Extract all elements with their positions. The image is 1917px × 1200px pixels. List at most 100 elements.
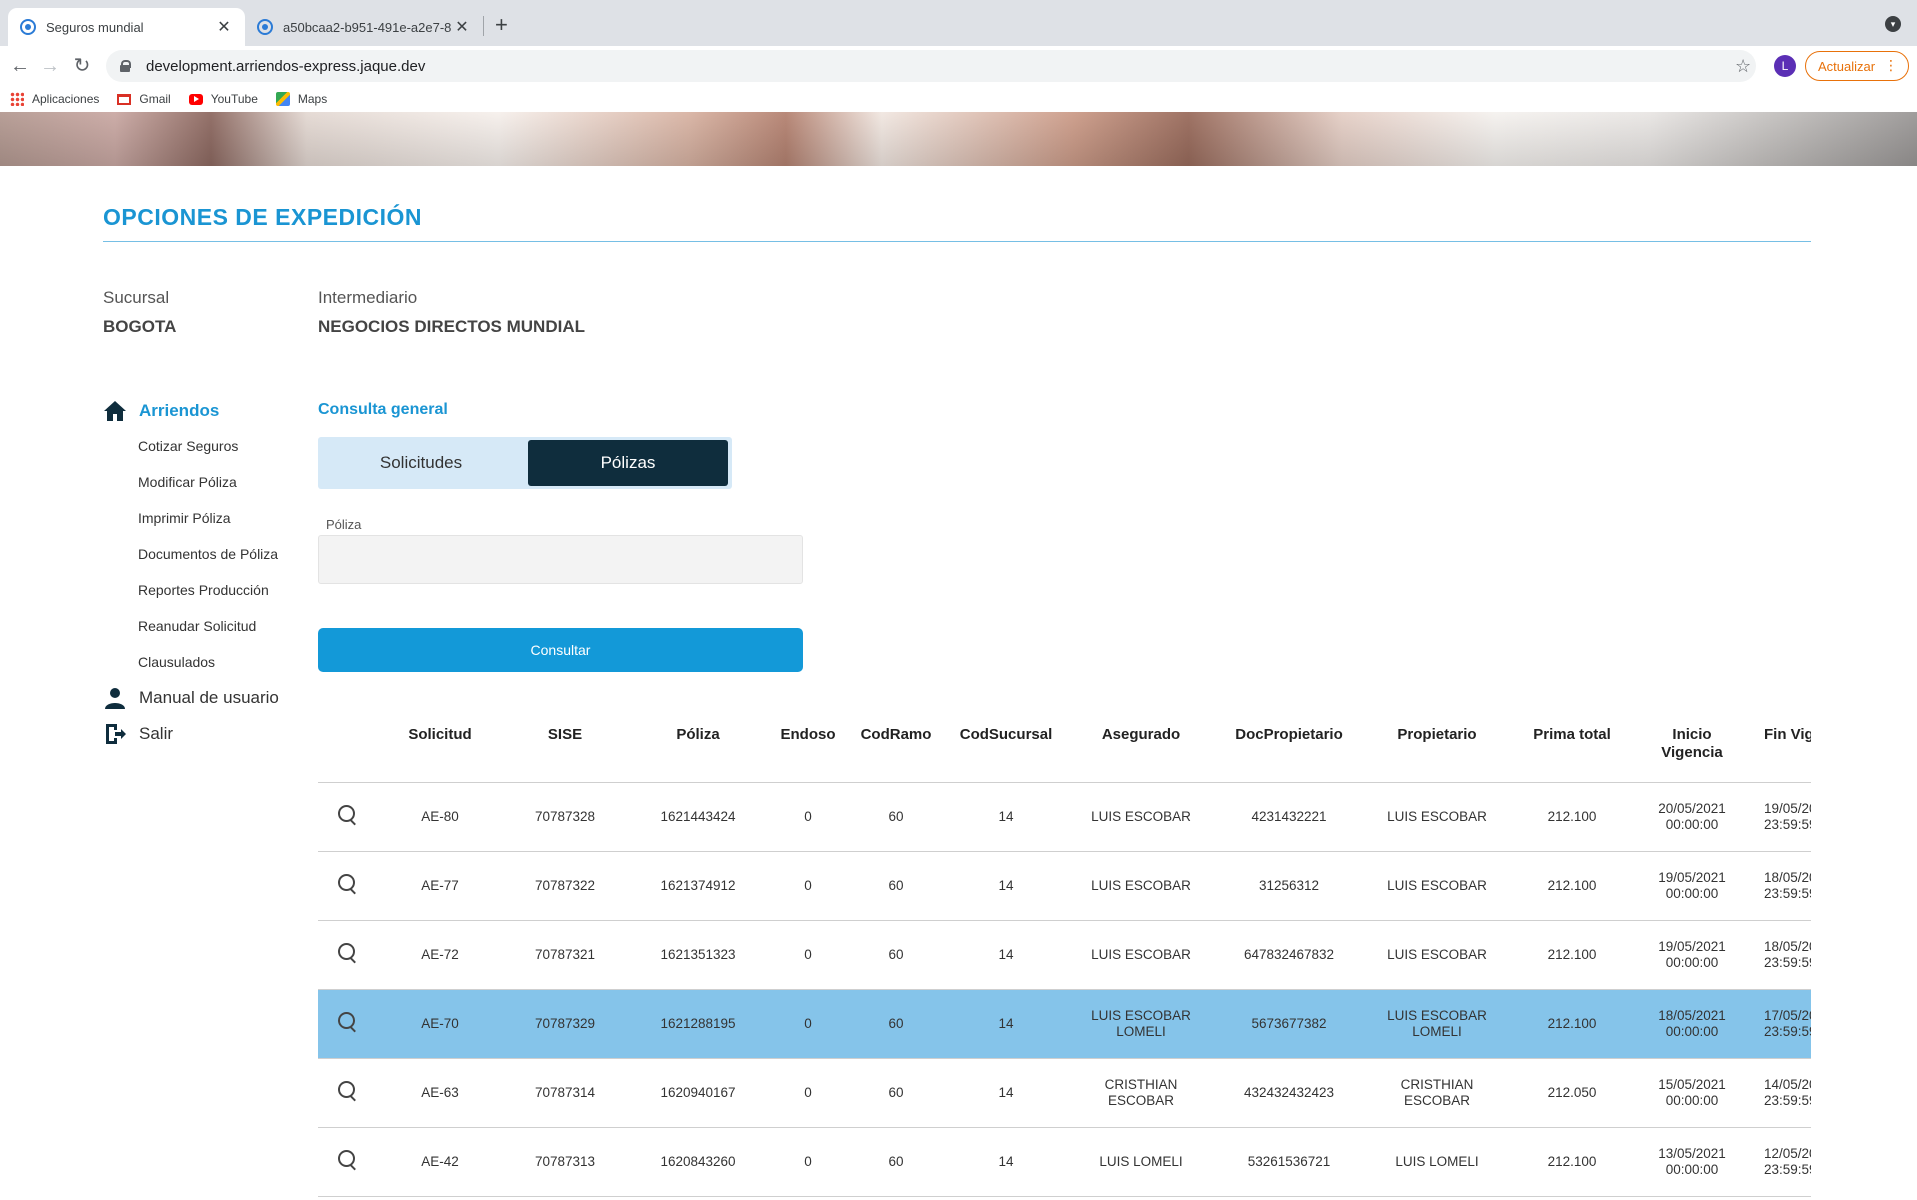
tab-solicitudes[interactable]: Solicitudes [321, 440, 521, 486]
browser-tab-inactive[interactable]: a50bcaa2-b951-491e-a2e7-8… ✕ [245, 8, 483, 46]
cell-codsucursal: 14 [944, 1127, 1068, 1197]
sidebar-item-cotizar[interactable]: Cotizar Seguros [138, 438, 238, 454]
sidebar-item-salir[interactable]: Salir [103, 722, 173, 746]
sidebar-item-reanudar[interactable]: Reanudar Solicitud [138, 618, 256, 634]
back-icon[interactable]: ← [6, 52, 34, 80]
sidebar-item-imprimir[interactable]: Imprimir Póliza [138, 510, 231, 526]
cell-sise: 70787321 [502, 920, 628, 990]
update-button[interactable]: Actualizar ⋮ [1805, 51, 1909, 81]
table-row[interactable]: AE-70 70787329 1621288195 0 60 14 LUIS ESCOBAR… [318, 989, 1811, 1059]
cell-prima: 212.100 [1510, 989, 1634, 1059]
browser-tab-active[interactable]: Seguros mundial ✕ [8, 8, 245, 46]
intermediario-label: Intermediario [318, 288, 418, 307]
col-header-fin: Fin Vigencia [1750, 716, 1811, 783]
cell-inicio: 15/05/2021 00:00:00 [1634, 1058, 1750, 1128]
sidebar-item-reportes[interactable]: Reportes Producción [138, 582, 269, 598]
sidebar-item-modificar[interactable]: Modificar Póliza [138, 474, 237, 490]
bookmark-gmail[interactable]: Gmail [117, 92, 171, 106]
cell-fin: 17/05/2022 23:59:59 [1750, 989, 1811, 1059]
home-icon [104, 401, 126, 421]
header-banner-image [0, 112, 1917, 166]
cell-inicio: 19/05/2021 00:00:00 [1634, 920, 1750, 990]
table-row[interactable]: AE-42 70787313 1620843260 0 60 14 LUIS LOMELI 5… [318, 1127, 1811, 1197]
consultar-button[interactable]: Consultar [318, 628, 803, 672]
table-row[interactable]: AE-72 70787321 1621351323 0 60 14 LUIS ESCOBAR… [318, 920, 1811, 990]
col-header-inicio: Inicio Vigencia [1634, 716, 1750, 783]
col-header-codramo: CodRamo [848, 716, 944, 783]
view-cell [318, 1127, 378, 1197]
cell-solicitud: AE-63 [378, 1058, 502, 1128]
cell-endoso: 0 [768, 920, 848, 990]
page-title: OPCIONES DE EXPEDICIÓN [103, 204, 423, 230]
sidebar-item-manual[interactable]: Manual de usuario [103, 686, 279, 710]
table-row[interactable]: AE-77 70787322 1621374912 0 60 14 LUIS ESCOBAR… [318, 851, 1811, 921]
cell-inicio: 18/05/2021 00:00:00 [1634, 989, 1750, 1059]
youtube-icon [188, 93, 203, 105]
cell-prima: 212.100 [1510, 1127, 1634, 1197]
tab-search-icon[interactable]: ▾ [1885, 16, 1901, 32]
cell-solicitud: AE-70 [378, 989, 502, 1059]
cell-docpropietario: 31256312 [1214, 851, 1364, 921]
cell-docpropietario: 53261536721 [1214, 1127, 1364, 1197]
cell-sise: 70787313 [502, 1127, 628, 1197]
cell-poliza: 1620940167 [628, 1058, 768, 1128]
tab-separator [483, 16, 484, 36]
bookmark-star-icon[interactable]: ☆ [1735, 56, 1751, 77]
sidebar-item-label: Manual de usuario [139, 688, 279, 707]
bookmark-youtube[interactable]: YouTube [188, 92, 258, 106]
forward-icon[interactable]: → [36, 52, 64, 80]
cell-codsucursal: 14 [944, 1058, 1068, 1128]
consulta-toggle: Solicitudes Pólizas [318, 437, 732, 489]
address-bar[interactable]: development.arriendos-express.jaque.dev [106, 50, 1756, 82]
search-icon[interactable] [337, 1011, 359, 1033]
search-icon[interactable] [337, 1080, 359, 1102]
cell-sise: 70787329 [502, 989, 628, 1059]
url-text: development.arriendos-express.jaque.dev [146, 57, 426, 75]
user-icon [105, 688, 125, 709]
view-cell [318, 1058, 378, 1128]
tab-title: a50bcaa2-b951-491e-a2e7-8… [283, 19, 453, 35]
close-tab-icon[interactable]: ✕ [453, 17, 471, 37]
maps-icon [275, 92, 290, 106]
view-cell [318, 782, 378, 852]
search-icon[interactable] [337, 804, 359, 826]
search-icon[interactable] [337, 1149, 359, 1171]
cell-poliza: 1621443424 [628, 782, 768, 852]
search-icon[interactable] [337, 873, 359, 895]
new-tab-icon[interactable]: + [495, 12, 508, 38]
cell-codramo: 60 [848, 989, 944, 1059]
cell-fin: 18/05/2022 23:59:59 [1750, 920, 1811, 990]
poliza-input[interactable] [318, 535, 803, 584]
sidebar-item-clausulados[interactable]: Clausulados [138, 654, 215, 670]
table-row[interactable]: AE-80 70787328 1621443424 0 60 14 LUIS ESCOBAR… [318, 782, 1811, 852]
profile-avatar[interactable]: L [1774, 55, 1796, 77]
cell-codsucursal: 14 [944, 851, 1068, 921]
cell-asegurado: LUIS ESCOBAR LOMELI [1068, 989, 1214, 1059]
cell-propietario: LUIS ESCOBAR [1364, 920, 1510, 990]
col-header-view [318, 716, 378, 783]
close-tab-icon[interactable]: ✕ [215, 17, 233, 37]
cell-poliza: 1621288195 [628, 989, 768, 1059]
results-table-container[interactable]: Solicitud SISE Póliza Endoso CodRamo Cod… [318, 716, 1811, 1200]
table-row[interactable]: AE-63 70787314 1620940167 0 60 14 CRISTHIAN ES… [318, 1058, 1811, 1128]
bookmark-maps[interactable]: Maps [275, 92, 327, 106]
page-content: OPCIONES DE EXPEDICIÓN Sucursal BOGOTA I… [0, 112, 1917, 1200]
reload-icon[interactable]: ↻ [68, 52, 96, 80]
cell-fin: 12/05/2022 23:59:59 [1750, 1127, 1811, 1197]
update-label: Actualizar [1818, 58, 1876, 74]
bookmark-label: YouTube [210, 92, 258, 106]
bookmark-apps[interactable]: Aplicaciones [10, 92, 99, 106]
logout-icon [106, 724, 126, 744]
cell-inicio: 19/05/2021 00:00:00 [1634, 851, 1750, 921]
col-header-poliza: Póliza [628, 716, 768, 783]
cell-asegurado: LUIS ESCOBAR [1068, 920, 1214, 990]
sidebar-item-documentos[interactable]: Documentos de Póliza [138, 546, 278, 562]
cell-codramo: 60 [848, 851, 944, 921]
tab-polizas[interactable]: Pólizas [528, 440, 728, 486]
cell-fin: 14/05/2022 23:59:59 [1750, 1058, 1811, 1128]
search-icon[interactable] [337, 942, 359, 964]
apps-grid-icon [10, 92, 24, 106]
sidebar-item-arriendos[interactable]: Arriendos [103, 399, 219, 423]
cell-docpropietario: 4231432221 [1214, 782, 1364, 852]
more-vert-icon: ⋮ [1884, 57, 1898, 73]
